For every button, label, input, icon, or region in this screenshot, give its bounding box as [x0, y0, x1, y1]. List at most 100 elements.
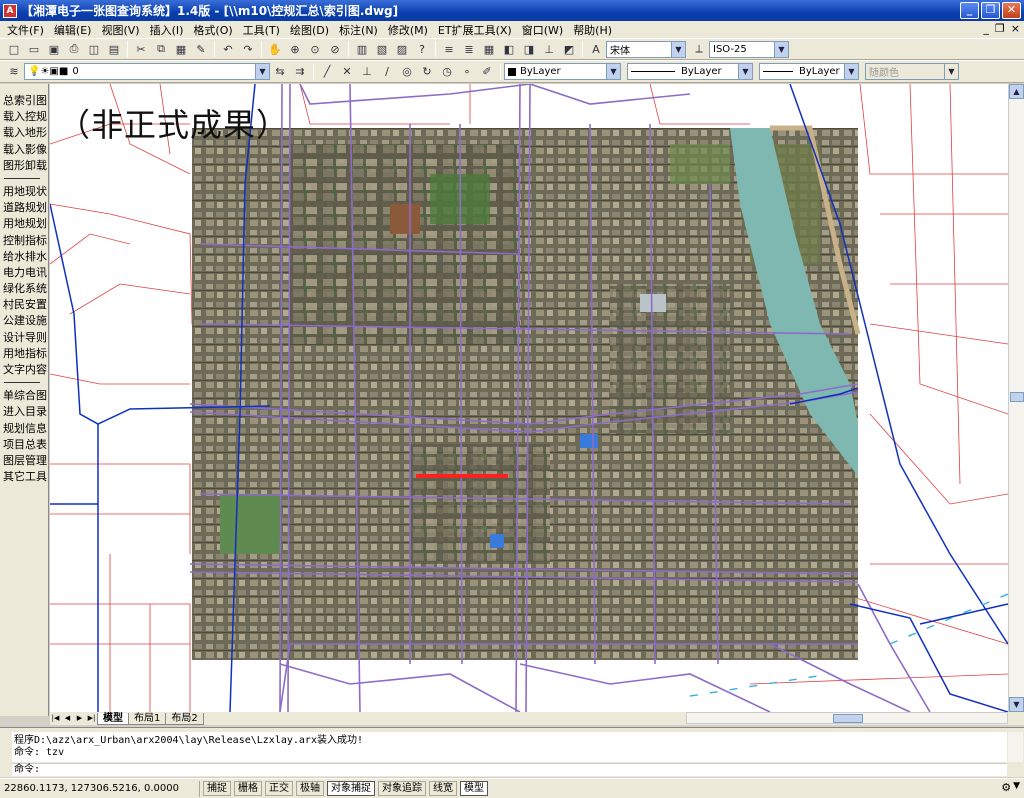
- panel-item-villager-resettlement[interactable]: 村民安置: [0, 297, 48, 313]
- menu-express-tools[interactable]: ET扩展工具(X): [435, 22, 519, 38]
- vertical-scroll-thumb[interactable]: [1010, 392, 1024, 402]
- scroll-up-icon[interactable]: ▲: [1009, 84, 1024, 99]
- tab-model[interactable]: 模型: [97, 712, 129, 725]
- make-layer-current-icon[interactable]: ⇆: [271, 63, 289, 81]
- menu-file[interactable]: 文件(F): [4, 22, 51, 38]
- help-icon[interactable]: ?: [413, 40, 431, 58]
- chevron-down-icon[interactable]: ▼: [738, 64, 752, 79]
- tab-layout1[interactable]: 布局1: [128, 712, 167, 725]
- snap-toggle[interactable]: 捕捉: [203, 781, 231, 796]
- zoom-window-icon[interactable]: ⊙: [306, 40, 324, 58]
- menu-draw[interactable]: 绘图(D): [287, 22, 336, 38]
- layer-previous-icon[interactable]: ⇉: [291, 63, 309, 81]
- match-properties-icon[interactable]: ✎: [192, 40, 210, 58]
- chevron-down-icon[interactable]: ▼: [774, 41, 788, 57]
- menu-dimension[interactable]: 标注(N): [336, 22, 385, 38]
- cut-icon[interactable]: ✂: [132, 40, 150, 58]
- dimstyle-select[interactable]: ISO-25 ▼: [709, 40, 789, 58]
- table-icon[interactable]: ▦: [480, 40, 498, 58]
- panel-item-layer-management[interactable]: 图层管理: [0, 453, 48, 469]
- chevron-down-icon[interactable]: ▼: [844, 64, 858, 79]
- save-icon[interactable]: ▣: [45, 40, 63, 58]
- drawing-canvas[interactable]: （非正式成果）: [50, 84, 1008, 712]
- menu-edit[interactable]: 编辑(E): [51, 22, 99, 38]
- panel-item-unload-graphics[interactable]: 图形卸载: [0, 158, 48, 174]
- doc-close-button[interactable]: ×: [1011, 22, 1020, 35]
- menu-tools[interactable]: 工具(T): [240, 22, 287, 38]
- panel-item-power-telecom[interactable]: 电力电讯: [0, 265, 48, 281]
- arc-icon[interactable]: ◷: [438, 63, 456, 81]
- zoom-realtime-icon[interactable]: ⊕: [286, 40, 304, 58]
- linetype-select[interactable]: ByLayer ▼: [627, 63, 753, 80]
- maximize-button[interactable]: ❐: [981, 2, 1000, 19]
- dimension-style-icon[interactable]: ⟂: [690, 40, 708, 58]
- panel-item-load-imagery[interactable]: 载入影像: [0, 142, 48, 158]
- panel-item-enter-directory[interactable]: 进入目录: [0, 404, 48, 420]
- horizontal-scroll-thumb[interactable]: [833, 714, 863, 723]
- undo-icon[interactable]: ↶: [219, 40, 237, 58]
- osnap-toggle[interactable]: 对象捕捉: [327, 781, 375, 796]
- lineweight-select[interactable]: ByLayer ▼: [759, 63, 859, 80]
- attribute-icon[interactable]: ◨: [520, 40, 538, 58]
- polar-toggle[interactable]: 极轴: [296, 781, 324, 796]
- ortho-toggle[interactable]: 正交: [265, 781, 293, 796]
- chevron-down-icon[interactable]: ▼: [255, 64, 269, 79]
- horizontal-scrollbar[interactable]: [686, 712, 1008, 724]
- menu-modify[interactable]: 修改(M): [385, 22, 435, 38]
- point-icon[interactable]: ∘: [458, 63, 476, 81]
- prev-tab-icon[interactable]: ◀: [62, 713, 73, 724]
- vertical-scrollbar[interactable]: ▲ ▼: [1008, 84, 1024, 712]
- redo-icon[interactable]: ↷: [239, 40, 257, 58]
- chevron-down-icon[interactable]: ▼: [671, 41, 685, 57]
- panel-item-load-terrain[interactable]: 载入地形: [0, 125, 48, 141]
- command-scrollbar[interactable]: [1008, 732, 1023, 762]
- properties-icon[interactable]: ▥: [353, 40, 371, 58]
- last-tab-icon[interactable]: ▶|: [86, 713, 97, 724]
- block-icon[interactable]: ◧: [500, 40, 518, 58]
- rotate-icon[interactable]: ↻: [418, 63, 436, 81]
- font-select[interactable]: 宋体 ▼: [606, 40, 686, 58]
- spline-icon[interactable]: ∕: [378, 63, 396, 81]
- panel-item-water-drainage[interactable]: 给水排水: [0, 249, 48, 265]
- close-button[interactable]: ✕: [1002, 2, 1021, 19]
- app-icon[interactable]: A: [3, 3, 17, 18]
- panel-item-road-plan[interactable]: 道路规划: [0, 200, 48, 216]
- panel-item-load-regulatory[interactable]: 载入控规: [0, 109, 48, 125]
- print-icon[interactable]: ⎙: [65, 40, 83, 58]
- panel-item-green-system[interactable]: 绿化系统: [0, 281, 48, 297]
- paste-icon[interactable]: ▦: [172, 40, 190, 58]
- scroll-down-icon[interactable]: ▼: [1009, 697, 1024, 712]
- publish-icon[interactable]: ▤: [105, 40, 123, 58]
- panel-item-composite-map[interactable]: 单综合图: [0, 388, 48, 404]
- first-tab-icon[interactable]: |◀: [50, 713, 61, 724]
- tool-palettes-icon[interactable]: ▨: [393, 40, 411, 58]
- panel-item-control-indicators[interactable]: 控制指标: [0, 233, 48, 249]
- panel-item-project-summary[interactable]: 项目总表: [0, 437, 48, 453]
- zoom-previous-icon[interactable]: ⊘: [326, 40, 344, 58]
- doc-minimize-button[interactable]: _: [983, 22, 989, 35]
- panel-item-landuse-plan[interactable]: 用地规划: [0, 216, 48, 232]
- command-input[interactable]: 命令:: [12, 763, 1007, 776]
- menu-insert[interactable]: 插入(I): [147, 22, 191, 38]
- panel-item-public-facilities[interactable]: 公建设施: [0, 313, 48, 329]
- lineweight-toggle[interactable]: 线宽: [429, 781, 457, 796]
- color-select[interactable]: ByLayer ▼: [504, 63, 621, 80]
- layer-icon[interactable]: ◩: [560, 40, 578, 58]
- communication-center-icon[interactable]: ⚙: [1001, 781, 1011, 794]
- open-icon[interactable]: ▭: [25, 40, 43, 58]
- tray-menu-icon[interactable]: ▼: [1013, 781, 1020, 794]
- layer-select[interactable]: 💡☀▣■ 0 ▼: [24, 63, 270, 80]
- preview-icon[interactable]: ◫: [85, 40, 103, 58]
- chevron-down-icon[interactable]: ▼: [606, 64, 620, 79]
- minimize-button[interactable]: _: [960, 2, 979, 19]
- copy-icon[interactable]: ⧉: [152, 40, 170, 58]
- otrack-toggle[interactable]: 对象追踪: [378, 781, 426, 796]
- next-tab-icon[interactable]: ▶: [74, 713, 85, 724]
- line-icon[interactable]: ╱: [318, 63, 336, 81]
- panel-item-other-tools[interactable]: 其它工具: [0, 469, 48, 485]
- grid-toggle[interactable]: 栅格: [234, 781, 262, 796]
- xline-icon[interactable]: ✕: [338, 63, 356, 81]
- panel-item-text-content[interactable]: 文字内容: [0, 362, 48, 378]
- panel-item-landuse-current[interactable]: 用地现状: [0, 184, 48, 200]
- polyline-icon[interactable]: ⊥: [358, 63, 376, 81]
